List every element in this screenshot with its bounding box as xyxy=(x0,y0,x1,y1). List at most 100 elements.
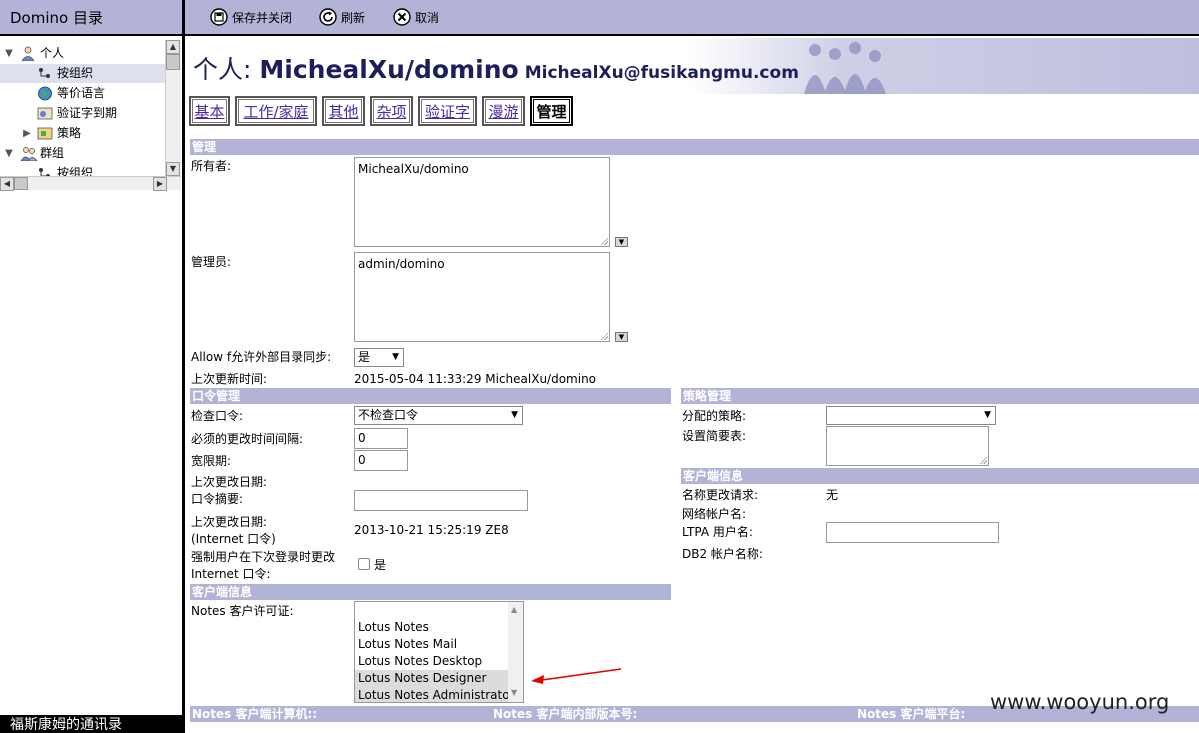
nav-item-people-by-org[interactable]: 按组织 xyxy=(0,64,165,83)
tab-basics[interactable]: 基本 xyxy=(189,96,230,126)
list-item[interactable]: Lotus Notes Designer xyxy=(355,670,509,687)
license-listbox[interactable]: Lotus Notes Lotus Notes Mail Lotus Notes… xyxy=(354,601,524,703)
refresh-button[interactable]: 刷新 xyxy=(319,8,365,28)
force-change-checkbox[interactable] xyxy=(358,558,370,570)
tab-administration[interactable]: 管理 xyxy=(530,96,573,126)
settings-profile-field[interactable] xyxy=(826,426,989,466)
section-admin-title: 管理 xyxy=(190,139,1199,155)
check-password-select[interactable]: 不检查口令 ▼ xyxy=(354,406,523,425)
save-icon xyxy=(210,8,228,26)
ltpa-label: LTPA 用户名: xyxy=(682,525,753,539)
tab-certificates[interactable]: 验证字 xyxy=(418,96,477,126)
owner-picker-button[interactable]: ▼ xyxy=(615,237,628,247)
scroll-down-icon[interactable]: ▼ xyxy=(166,162,180,176)
owner-value: MichealXu/domino xyxy=(358,162,469,176)
nav-item-people[interactable]: ▼ 个人 xyxy=(0,44,165,63)
listbox-scrollbar[interactable]: ▲ ▼ xyxy=(508,602,523,702)
twistie-expanded-icon[interactable]: ▼ xyxy=(2,44,16,63)
resize-grip-icon[interactable] xyxy=(600,332,608,340)
section-password-title: 口令管理 xyxy=(190,388,671,404)
db2-account-label: DB2 帐户名称: xyxy=(682,547,763,561)
resize-grip-icon[interactable] xyxy=(979,456,987,464)
scroll-up-icon[interactable]: ▲ xyxy=(166,40,180,54)
page-title-name: MichealXu/domino xyxy=(259,55,519,84)
admins-picker-button[interactable]: ▼ xyxy=(615,332,628,342)
org-icon xyxy=(37,66,53,81)
grace-period-input[interactable]: 0 xyxy=(354,450,408,471)
nav-item-label: 群组 xyxy=(40,146,65,160)
page-title: 个人: MichealXu/domino MichealXu@fusikangmu… xyxy=(193,50,799,86)
sync-label: Allow f允许外部目录同步: xyxy=(191,350,332,364)
check-password-label: 检查口令: xyxy=(191,409,244,423)
nav-item-groups[interactable]: ▼ 群组 xyxy=(0,144,165,163)
scroll-down-icon[interactable]: ▼ xyxy=(511,688,517,697)
refresh-label: 刷新 xyxy=(341,11,366,25)
password-digest-input[interactable] xyxy=(354,490,528,511)
owner-field[interactable]: MichealXu/domino xyxy=(354,157,610,247)
client-platform-label: Notes 客户端平台: xyxy=(857,707,966,721)
list-item[interactable]: Lotus Notes xyxy=(355,619,509,636)
twistie-collapsed-icon[interactable]: ▶ xyxy=(20,124,34,143)
owner-label: 所有者: xyxy=(191,159,232,173)
tab-misc[interactable]: 杂项 xyxy=(370,96,413,126)
inet-last-change-sublabel: (Internet 口令) xyxy=(191,532,276,546)
name-change-value: 无 xyxy=(826,488,839,502)
annotation-arrow-icon xyxy=(531,668,622,684)
license-label: Notes 客户许可证: xyxy=(191,604,294,618)
force-change-option-label: 是 xyxy=(374,558,387,572)
nav-item-label: 策略 xyxy=(57,126,82,140)
list-item[interactable]: Lotus Notes Mail xyxy=(355,636,509,653)
inet-last-change-label: 上次更改日期: xyxy=(191,515,268,529)
change-interval-input[interactable]: 0 xyxy=(354,428,408,449)
list-item[interactable]: Lotus Notes Administrato xyxy=(355,687,509,702)
page-title-prefix: 个人: xyxy=(193,55,260,84)
tab-roaming[interactable]: 漫游 xyxy=(482,96,525,126)
list-item[interactable]: Lotus Notes Desktop xyxy=(355,653,509,670)
resize-grip-icon[interactable] xyxy=(600,237,608,245)
scroll-thumb[interactable] xyxy=(14,177,28,190)
ltpa-input[interactable] xyxy=(826,522,999,543)
tree-horizontal-scrollbar[interactable]: ◀ ▶ xyxy=(0,176,181,191)
address-book-title: 福斯康姆的通讯录 xyxy=(0,715,182,733)
assigned-policy-select[interactable]: ▼ xyxy=(826,406,996,425)
nav-item-label: 等价语言 xyxy=(57,86,106,100)
nav-item-language[interactable]: 等价语言 xyxy=(0,84,165,103)
navigator-title-bar: Domino 目录 xyxy=(0,0,183,36)
tab-work-home[interactable]: 工作/家庭 xyxy=(235,96,317,126)
nav-item-label: 按组织 xyxy=(57,66,94,80)
force-change-sublabel: Internet 口令: xyxy=(191,567,271,581)
refresh-icon xyxy=(319,8,337,26)
sync-select[interactable]: 是 ▼ xyxy=(354,348,404,367)
force-change-label: 强制用户在下次登录时更改 xyxy=(191,550,336,564)
scroll-right-icon[interactable]: ▶ xyxy=(153,177,167,191)
network-account-label: 网络帐户名: xyxy=(682,507,747,521)
pane-divider[interactable] xyxy=(182,0,185,733)
client-build-label: Notes 客户端内部版本号: xyxy=(493,707,638,721)
tree-vertical-scrollbar[interactable]: ▲ ▼ xyxy=(165,40,181,176)
save-close-button[interactable]: 保存并关闭 xyxy=(210,8,292,28)
inet-last-change-value: 2013-10-21 15:25:19 ZE8 xyxy=(354,523,509,537)
nav-item-policies[interactable]: ▶ 策略 xyxy=(0,124,165,143)
certificate-icon xyxy=(37,106,53,121)
scroll-up-icon[interactable]: ▲ xyxy=(511,605,517,614)
grace-period-label: 宽限期: xyxy=(191,454,232,468)
admins-field[interactable]: admin/domino xyxy=(354,252,610,342)
tab-other[interactable]: 其他 xyxy=(322,96,365,126)
admins-value: admin/domino xyxy=(358,257,445,271)
name-change-label: 名称更改请求: xyxy=(682,488,759,502)
save-close-label: 保存并关闭 xyxy=(232,11,293,25)
cancel-button[interactable]: 取消 xyxy=(393,8,439,28)
assigned-policy-label: 分配的策略: xyxy=(682,409,747,423)
last-change-label: 上次更改日期: xyxy=(191,475,268,489)
navigator-title: Domino 目录 xyxy=(10,9,103,27)
nav-item-cert-expiry[interactable]: 验证字到期 xyxy=(0,104,165,123)
scroll-left-icon[interactable]: ◀ xyxy=(0,177,14,191)
section-client-info-right-title: 客户端信息 xyxy=(681,468,1199,484)
password-digest-label: 口令摘要: xyxy=(191,492,244,506)
last-update-label: 上次更新时间: xyxy=(191,372,268,386)
document-header: 个人: MichealXu/domino MichealXu@fusikangmu… xyxy=(185,38,1199,94)
chevron-down-icon: ▼ xyxy=(511,410,518,420)
twistie-expanded-icon[interactable]: ▼ xyxy=(2,144,16,163)
scroll-thumb[interactable] xyxy=(166,54,180,70)
last-update-value: 2015-05-04 11:33:29 MichealXu/domino xyxy=(354,372,597,386)
